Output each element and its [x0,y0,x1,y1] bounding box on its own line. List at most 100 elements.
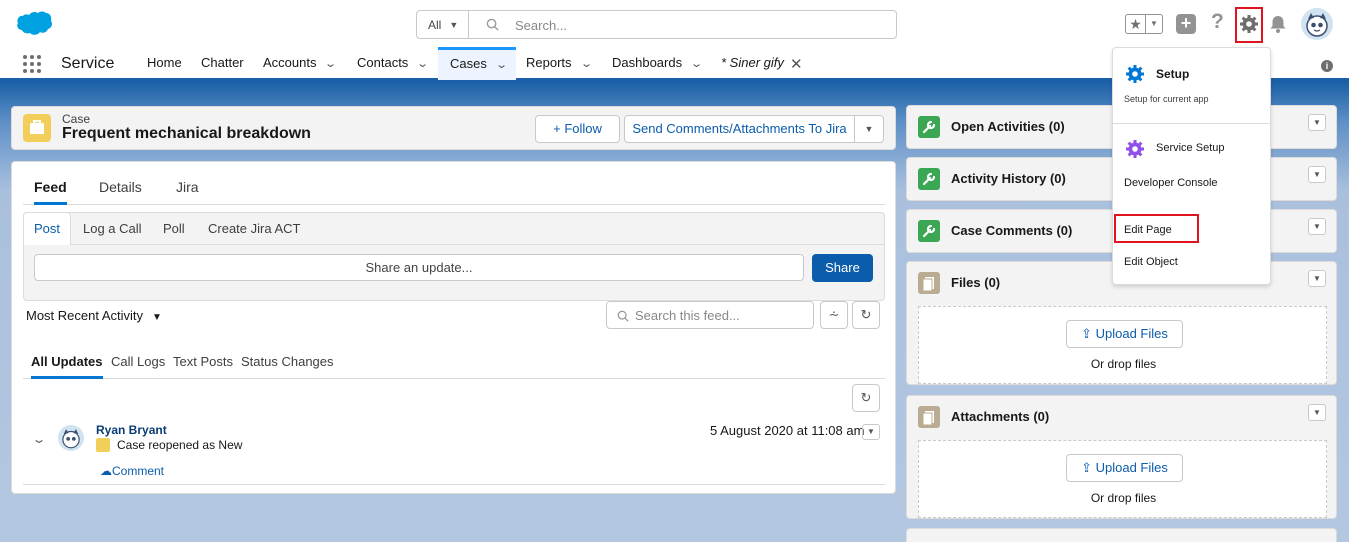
follow-button[interactable]: + Follow [535,115,620,143]
panel-title[interactable]: Case Comments (0) [951,223,1072,238]
upload-files-button[interactable]: ⇪ Upload Files [1066,454,1183,482]
chevron-down-icon[interactable]: ⌄ [325,49,338,79]
wrench-icon [918,220,940,242]
post-actions-dropdown[interactable]: ▼ [862,424,880,440]
chevron-down-icon[interactable]: ⌄ [690,49,703,79]
tab-details[interactable]: Details [99,179,142,195]
chevron-down-icon[interactable]: ⌄ [31,432,46,446]
tab-feed[interactable]: Feed [34,179,67,205]
file-drop-zone[interactable]: ⇪ Upload Files Or drop files [918,440,1327,518]
share-update-input[interactable]: Share an update... [34,254,804,281]
search-input[interactable]: Search... [515,18,567,38]
publisher-tab-log-call[interactable]: Log a Call [83,221,142,236]
nav-item-home[interactable]: Home [147,48,182,78]
global-actions-plus-icon[interactable]: + [1176,14,1196,34]
caret-down-icon: ▼ [449,19,459,30]
panel-actions-dropdown[interactable]: ▼ [1308,218,1326,235]
gear-icon [1126,140,1144,158]
app-launcher-icon[interactable] [23,55,41,73]
help-icon[interactable]: ? [1211,10,1224,34]
comment-label: Comment [112,464,165,478]
attachments-panel: Attachments (0) ▼ ⇪ Upload Files Or drop… [906,395,1337,519]
upload-label: Upload Files [1095,460,1168,475]
send-to-jira-button[interactable]: Send Comments/Attachments To Jira [624,115,855,143]
share-button[interactable]: Share [812,254,873,282]
favorites-button[interactable]: ★ ▼ [1125,14,1163,34]
nav-item-dashboards[interactable]: Dashboards ⌄ [612,48,703,79]
caret-down-icon[interactable]: ▼ [1146,15,1162,33]
nav-item-label: * Siner gify [721,55,784,70]
filter-status-changes[interactable]: Status Changes [241,354,334,369]
upload-files-button[interactable]: ⇪ Upload Files [1066,320,1183,348]
nav-item-label: Home [147,55,182,70]
app-name: Service [61,55,115,72]
record-title: Frequent mechanical breakdown [62,125,311,142]
panel-actions-dropdown[interactable]: ▼ [1308,270,1326,287]
nav-item-reports[interactable]: Reports ⌄ [526,48,593,79]
astro-avatar-icon [62,429,80,449]
search-scope-select[interactable]: All ▼ [417,11,469,38]
feed-search-input[interactable]: Search this feed... [606,301,814,329]
panel-actions-dropdown[interactable]: ▼ [1308,404,1326,421]
feed-card: Feed Details Jira Post Log a Call Poll C… [11,161,896,494]
sort-dropdown[interactable]: Most Recent Activity ▼ [26,308,162,323]
nav-item-accounts[interactable]: Accounts ⌄ [263,48,338,79]
gear-icon[interactable] [1239,14,1259,34]
panel-actions-dropdown[interactable]: ▼ [1308,166,1326,183]
search-icon [486,18,499,31]
comment-icon: ☁ [100,464,112,478]
upload-icon: ⇪ [1081,326,1096,341]
menu-item-setup[interactable]: Setup [1156,67,1189,81]
nav-item-chatter[interactable]: Chatter [201,48,244,78]
menu-item-edit-page[interactable]: Edit Page [1124,224,1172,236]
panel-actions-dropdown[interactable]: ▼ [1308,114,1326,131]
case-briefcase-icon [23,114,51,142]
avatar[interactable] [58,425,84,451]
menu-item-developer-console[interactable]: Developer Console [1124,177,1218,189]
chevron-down-icon[interactable]: ⌄ [580,49,593,79]
salesforce-logo-icon[interactable] [14,11,52,37]
post-timestamp-link[interactable]: 5 August 2020 at 11:08 am [710,423,864,438]
menu-item-service-setup[interactable]: Service Setup [1156,142,1224,154]
nav-item-label: Accounts [263,55,317,70]
refresh-icon[interactable]: ↻ [852,301,880,329]
filter-all-updates[interactable]: All Updates [31,354,103,379]
global-header: All ▼ Search... ★ ▼ + ? [0,0,1349,48]
chevron-down-icon[interactable]: ⌄ [495,52,508,79]
nav-item-siner-gify[interactable]: * Siner gify [721,48,784,78]
chevron-down-icon[interactable]: ⌄ [416,49,429,79]
feed-search-placeholder: Search this feed... [635,308,740,323]
nav-item-cases[interactable]: Cases ⌄ [438,47,516,80]
star-icon[interactable]: ★ [1126,15,1146,33]
panel-title[interactable]: Activity History (0) [951,171,1066,186]
panel-title[interactable]: Open Activities (0) [951,119,1065,134]
publisher-tab-create-jira[interactable]: Create Jira ACT [208,221,300,236]
file-icon [918,406,940,428]
filter-call-logs[interactable]: Call Logs [111,354,165,369]
tab-jira[interactable]: Jira [176,179,199,195]
global-search[interactable]: All ▼ Search... [416,10,897,39]
publisher-tab-poll[interactable]: Poll [163,221,185,236]
user-avatar[interactable] [1301,8,1333,40]
panel-title[interactable]: Files (0) [951,275,1000,290]
filter-text-posts[interactable]: Text Posts [173,354,233,369]
publisher-tab-post[interactable]: Post [23,212,71,245]
record-tabs: Feed Details Jira [23,162,885,205]
more-actions-dropdown[interactable]: ▼ [854,115,884,143]
info-icon[interactable]: i [1321,60,1333,72]
upload-icon: ⇪ [1081,460,1096,475]
nav-item-contacts[interactable]: Contacts ⌄ [357,48,429,79]
close-tab-icon[interactable]: ✕ [790,55,803,73]
panel-title[interactable]: Attachments (0) [951,409,1049,424]
collapse-feed-icon[interactable]: ⩪ [820,301,848,329]
gear-icon [1126,65,1144,83]
upload-label: Upload Files [1095,326,1168,341]
sort-label: Most Recent Activity [26,308,144,323]
notifications-bell-icon[interactable] [1268,14,1288,34]
post-author-link[interactable]: Ryan Bryant [96,423,167,437]
nav-item-label: Dashboards [612,55,683,70]
refresh-icon[interactable]: ↻ [852,384,880,412]
file-drop-zone[interactable]: ⇪ Upload Files Or drop files [918,306,1327,384]
comment-button[interactable]: ☁Comment [100,464,164,478]
menu-item-edit-object[interactable]: Edit Object [1124,256,1178,268]
